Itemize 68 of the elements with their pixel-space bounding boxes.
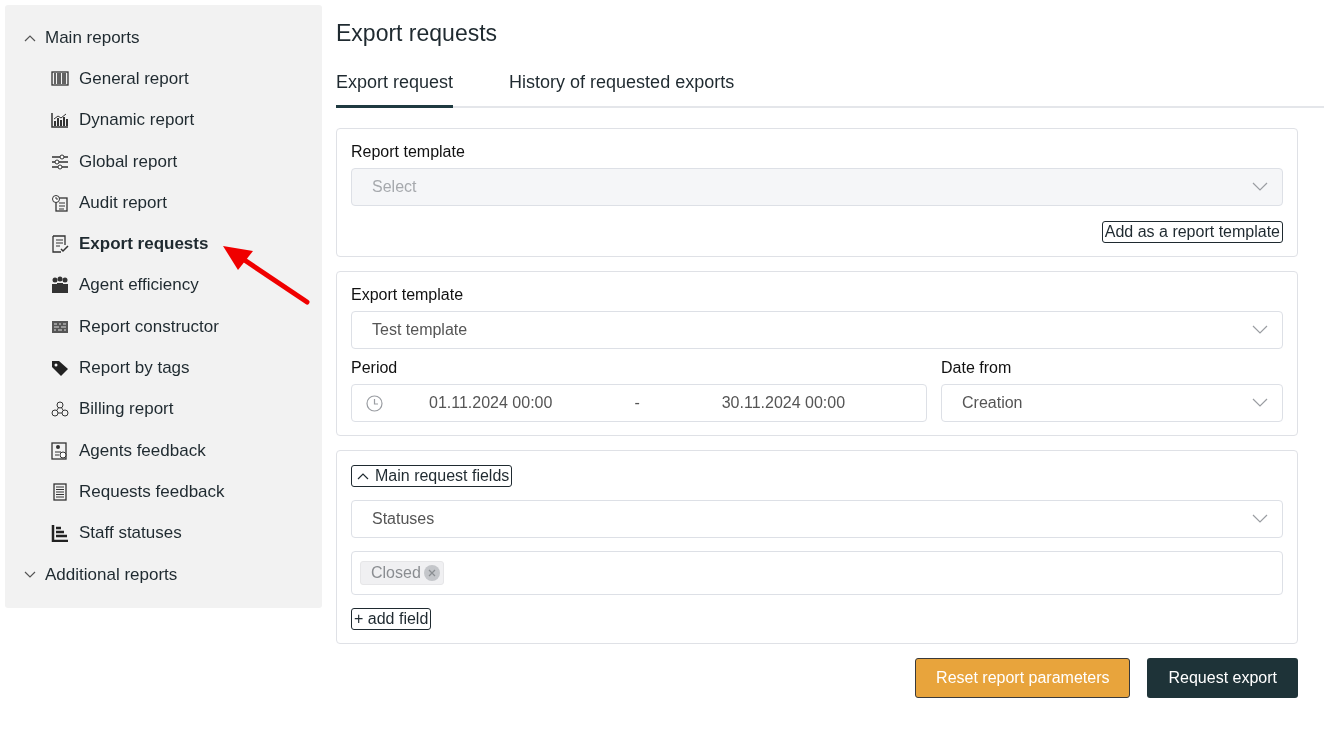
add-field-button[interactable]: + add field	[351, 608, 432, 630]
sidebar-item[interactable]: Dynamic report	[51, 109, 195, 132]
person-document-icon	[51, 441, 69, 460]
date-from-select[interactable]: Creation	[941, 384, 1283, 422]
request-export-button[interactable]: Request export	[1147, 658, 1298, 698]
sidebar-group-header[interactable]: Additional reports	[23, 563, 178, 586]
select-value: Statuses	[372, 510, 435, 528]
tab[interactable]: Export request	[336, 72, 454, 108]
tab[interactable]: History of requested exports	[509, 72, 735, 108]
sliders-icon	[51, 152, 69, 171]
chevron-down-icon	[1252, 398, 1268, 408]
sidebar-group-header[interactable]: Main reports	[23, 27, 140, 49]
item-label: Audit report	[79, 192, 167, 213]
tag-label: Closed	[371, 564, 421, 582]
field-label: Period	[351, 359, 398, 377]
item-label: Staff statuses	[79, 523, 182, 544]
group-label: Main reports	[45, 28, 140, 48]
sidebar-item[interactable]: General report	[51, 68, 189, 90]
clock-icon	[366, 394, 383, 412]
tag-icon	[51, 359, 69, 378]
item-label: Agent efficiency	[79, 275, 199, 296]
item-label: Report by tags	[79, 358, 190, 379]
list-document-icon	[51, 482, 69, 501]
item-label: Requests feedback	[79, 481, 225, 502]
network-icon	[51, 400, 69, 419]
item-label: Export requests	[79, 234, 209, 255]
remove-tag-icon[interactable]	[423, 565, 440, 581]
sidebar-item[interactable]: Audit report	[51, 191, 167, 214]
sidebar-item[interactable]: Staff statuses	[51, 522, 182, 545]
people-icon	[51, 276, 69, 295]
chevron-down-icon	[1252, 325, 1268, 335]
item-label: General report	[79, 69, 189, 89]
grid-chart-icon	[51, 70, 69, 88]
item-label: Dynamic report	[79, 110, 195, 131]
item-label: Billing report	[79, 399, 174, 420]
sidebar-item[interactable]: Report by tags	[51, 357, 190, 380]
item-label: Agents feedback	[79, 440, 206, 461]
start-date: 01.11.2024 00:00	[429, 394, 553, 412]
bar-chart-icon	[51, 111, 69, 130]
sidebar-item[interactable]: Global report	[51, 150, 178, 173]
field-label: Date from	[941, 359, 1012, 377]
field-select[interactable]: Statuses	[351, 500, 1283, 538]
sidebar-item[interactable]: Billing report	[51, 398, 174, 421]
bar-chart-icon	[51, 524, 69, 543]
section-toggle-button[interactable]: Main request fields	[351, 465, 513, 487]
sidebar-item[interactable]: Agent efficiency	[51, 274, 199, 297]
group-label: Additional reports	[45, 564, 178, 585]
sidebar-item[interactable]: Requests feedback	[51, 480, 225, 503]
clock-document-icon	[51, 193, 69, 212]
page-title: Export requests	[336, 20, 498, 46]
end-date: 30.11.2024 00:00	[721, 394, 846, 412]
export-template-select[interactable]: Test template	[351, 311, 1283, 349]
checklist-document-icon	[51, 235, 69, 254]
field-label: Export template	[351, 286, 464, 304]
chevron-down-icon	[1252, 514, 1268, 524]
range-separator: -	[634, 394, 640, 412]
add-template-button[interactable]: Add as a report template	[1101, 221, 1283, 243]
select-value: Test template	[372, 321, 468, 339]
sidebar-item[interactable]: Report constructor	[51, 315, 219, 338]
select-value: Creation	[962, 394, 1023, 412]
date-range-field[interactable]: 01.11.2024 00:00 - 30.11.2024 00:00	[351, 384, 927, 422]
item-label: Report constructor	[79, 316, 219, 337]
sidebar-item[interactable]: Agents feedback	[51, 439, 206, 462]
item-label: Global report	[79, 151, 178, 172]
field-label: Report template	[351, 143, 465, 161]
select-placeholder: Select	[372, 178, 417, 196]
chevron-down-icon	[1252, 182, 1268, 192]
sidebar-item[interactable]: Export requests	[51, 233, 209, 256]
